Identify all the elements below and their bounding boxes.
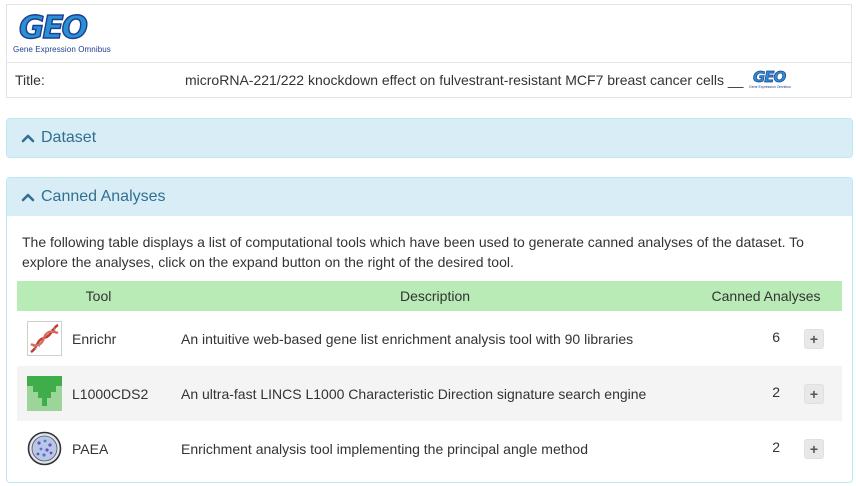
canned-analyses-count: 2 (772, 439, 780, 456)
canned-analyses-panel: Canned Analyses The following table disp… (6, 177, 853, 483)
table-row: PAEA Enrichment analysis tool implementi… (17, 421, 842, 476)
tool-cell-enrichr: Enrichr (17, 321, 180, 356)
title-separator: __ (727, 72, 744, 88)
petri-dish-icon (27, 431, 62, 466)
mini-geo-logo-text: GEO (753, 68, 787, 86)
canned-analyses-panel-title: Canned Analyses (41, 188, 166, 205)
tool-name: PAEA (72, 440, 109, 457)
chevron-up-icon (21, 190, 35, 204)
header-divider (7, 62, 851, 63)
tool-name: L1000CDS2 (72, 385, 149, 402)
expand-button[interactable]: + (804, 328, 824, 349)
tool-cell-l1000cds2: L1000CDS2 (17, 376, 180, 411)
count-cell: 2 + (690, 421, 842, 476)
dataset-title-text: microRNA-221/222 knockdown effect on ful… (185, 72, 724, 88)
table-row: L1000CDS2 An ultra-fast LINCS L1000 Char… (17, 366, 842, 421)
dataset-panel-toggle[interactable]: Dataset (7, 119, 852, 157)
geo-logo-subtitle: Gene Expression Omnibus (13, 45, 111, 54)
count-cell: 2 + (690, 366, 842, 421)
count-cell: 6 + (690, 311, 842, 366)
mini-geo-logo-subtitle: Gene Expression Omnibus (749, 85, 791, 89)
tools-table: Tool Description Canned Analyses Enrichr… (17, 281, 842, 476)
tool-cell-paea: PAEA (17, 431, 180, 466)
geo-logo-text: GEO (18, 10, 88, 46)
dataset-panel-title: Dataset (41, 129, 97, 146)
dataset-title: microRNA-221/222 knockdown effect on ful… (185, 72, 743, 88)
tool-name: Enrichr (72, 330, 117, 347)
tool-description: An ultra-fast LINCS L1000 Characteristic… (181, 385, 647, 402)
tool-description: Enrichment analysis tool implementing th… (181, 440, 588, 457)
table-header-row: Tool Description Canned Analyses (17, 281, 842, 311)
dataset-panel: Dataset (6, 118, 853, 158)
table-row: Enrichr An intuitive web-based gene list… (17, 311, 842, 366)
geo-link-icon[interactable]: GEO Gene Expression Omnibus (749, 69, 801, 93)
canned-analyses-count: 6 (772, 329, 780, 346)
canned-analyses-count: 2 (772, 384, 780, 401)
header-canned-analyses: Canned Analyses (711, 288, 821, 304)
canned-analyses-intro: The following table displays a list of c… (22, 234, 804, 270)
header-description: Description (399, 288, 471, 304)
expand-button[interactable]: + (804, 438, 824, 459)
header-tool: Tool (85, 288, 112, 304)
chevron-up-icon (21, 131, 35, 145)
green-funnel-icon (27, 376, 62, 411)
geo-logo[interactable]: GEO Gene Expression Omnibus (13, 9, 123, 59)
dataset-header-card: GEO Gene Expression Omnibus Title: micro… (6, 4, 852, 98)
expand-button[interactable]: + (804, 383, 824, 404)
dna-helix-icon (27, 321, 62, 356)
tool-description: An intuitive web-based gene list enrichm… (181, 330, 634, 347)
canned-analyses-panel-toggle[interactable]: Canned Analyses (7, 178, 852, 216)
title-label: Title: (15, 72, 45, 88)
